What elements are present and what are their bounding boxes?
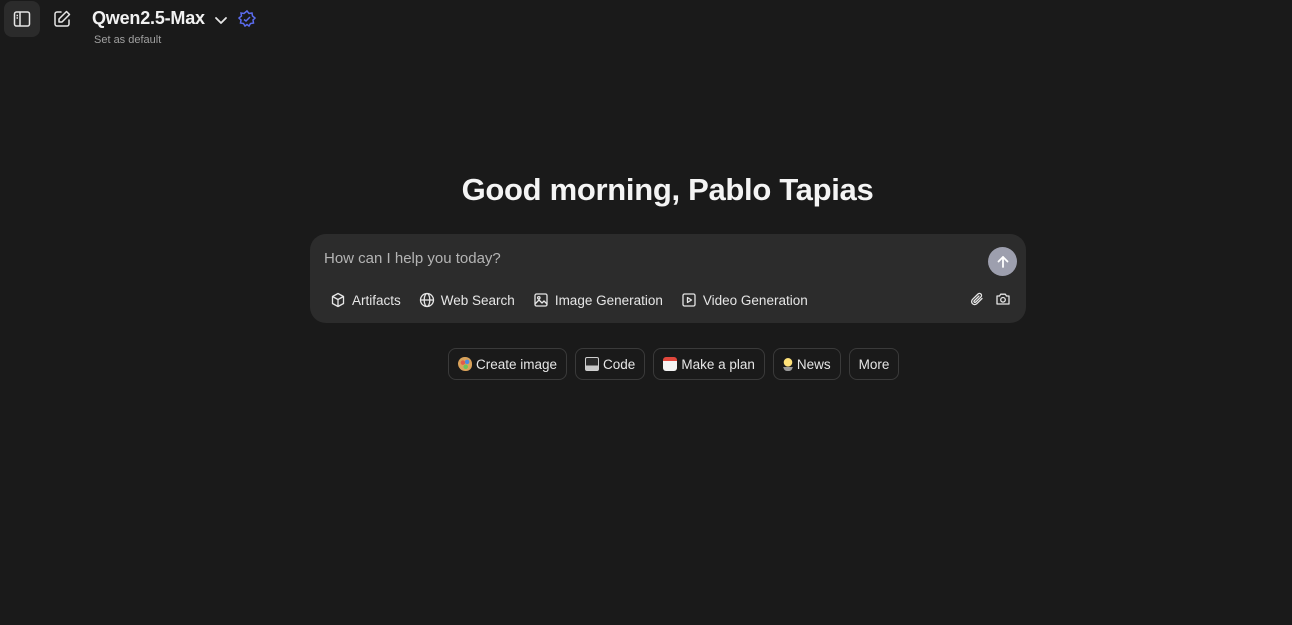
video-icon — [682, 293, 696, 307]
cube-icon — [331, 292, 345, 308]
more-label: More — [858, 356, 890, 372]
artifacts-label: Artifacts — [352, 292, 401, 308]
edit-icon — [54, 10, 71, 27]
chat-composer: Artifacts Web Search Image Generation — [310, 234, 1026, 323]
news-chip[interactable]: News — [772, 348, 841, 380]
web-search-label: Web Search — [440, 292, 515, 308]
arrow-up-icon — [997, 255, 1008, 268]
globe-icon — [419, 292, 434, 308]
create-image-chip[interactable]: Create image — [448, 348, 568, 380]
sidebar-icon — [13, 11, 31, 27]
camera-button[interactable] — [994, 290, 1012, 308]
camera-icon — [996, 293, 1010, 305]
composer-attachments — [968, 290, 1012, 308]
send-button[interactable] — [988, 247, 1017, 276]
chevron-down-icon[interactable] — [212, 11, 230, 29]
image-icon — [534, 293, 548, 307]
news-label: News — [796, 356, 831, 372]
laptop-icon — [585, 357, 600, 371]
web-search-button[interactable]: Web Search — [419, 290, 515, 310]
create-image-label: Create image — [476, 356, 558, 372]
suggestion-chips: Create image Code Make a plan News More — [448, 348, 900, 380]
model-selector[interactable]: Qwen2.5-Max — [92, 8, 205, 29]
make-a-plan-label: Make a plan — [681, 356, 755, 372]
code-label: Code — [603, 356, 636, 372]
composer-tools: Artifacts Web Search Image Generation Vi… — [330, 290, 826, 310]
make-a-plan-chip[interactable]: Make a plan — [653, 348, 765, 380]
lightbulb-icon — [782, 357, 793, 371]
image-generation-button[interactable]: Image Generation — [533, 290, 663, 310]
chat-input[interactable] — [324, 246, 964, 270]
set-default-link[interactable]: Set as default — [94, 34, 161, 46]
model-badge-icon — [237, 9, 257, 28]
greeting-heading: Good morning, Pablo Tapias — [461, 172, 874, 207]
calendar-icon — [663, 357, 678, 371]
image-generation-label: Image Generation — [554, 292, 663, 308]
top-bar: Qwen2.5-Max Set as default — [0, 0, 1292, 56]
code-chip[interactable]: Code — [575, 348, 646, 380]
new-chat-button[interactable] — [44, 1, 80, 37]
artifacts-button[interactable]: Artifacts — [330, 290, 401, 310]
palette-icon — [458, 357, 472, 371]
video-generation-label: Video Generation — [702, 292, 808, 308]
more-chip[interactable]: More — [848, 348, 900, 380]
sidebar-toggle-button[interactable] — [4, 1, 40, 37]
video-generation-button[interactable]: Video Generation — [681, 290, 808, 310]
paperclip-icon — [970, 292, 983, 306]
attach-button[interactable] — [968, 290, 986, 308]
